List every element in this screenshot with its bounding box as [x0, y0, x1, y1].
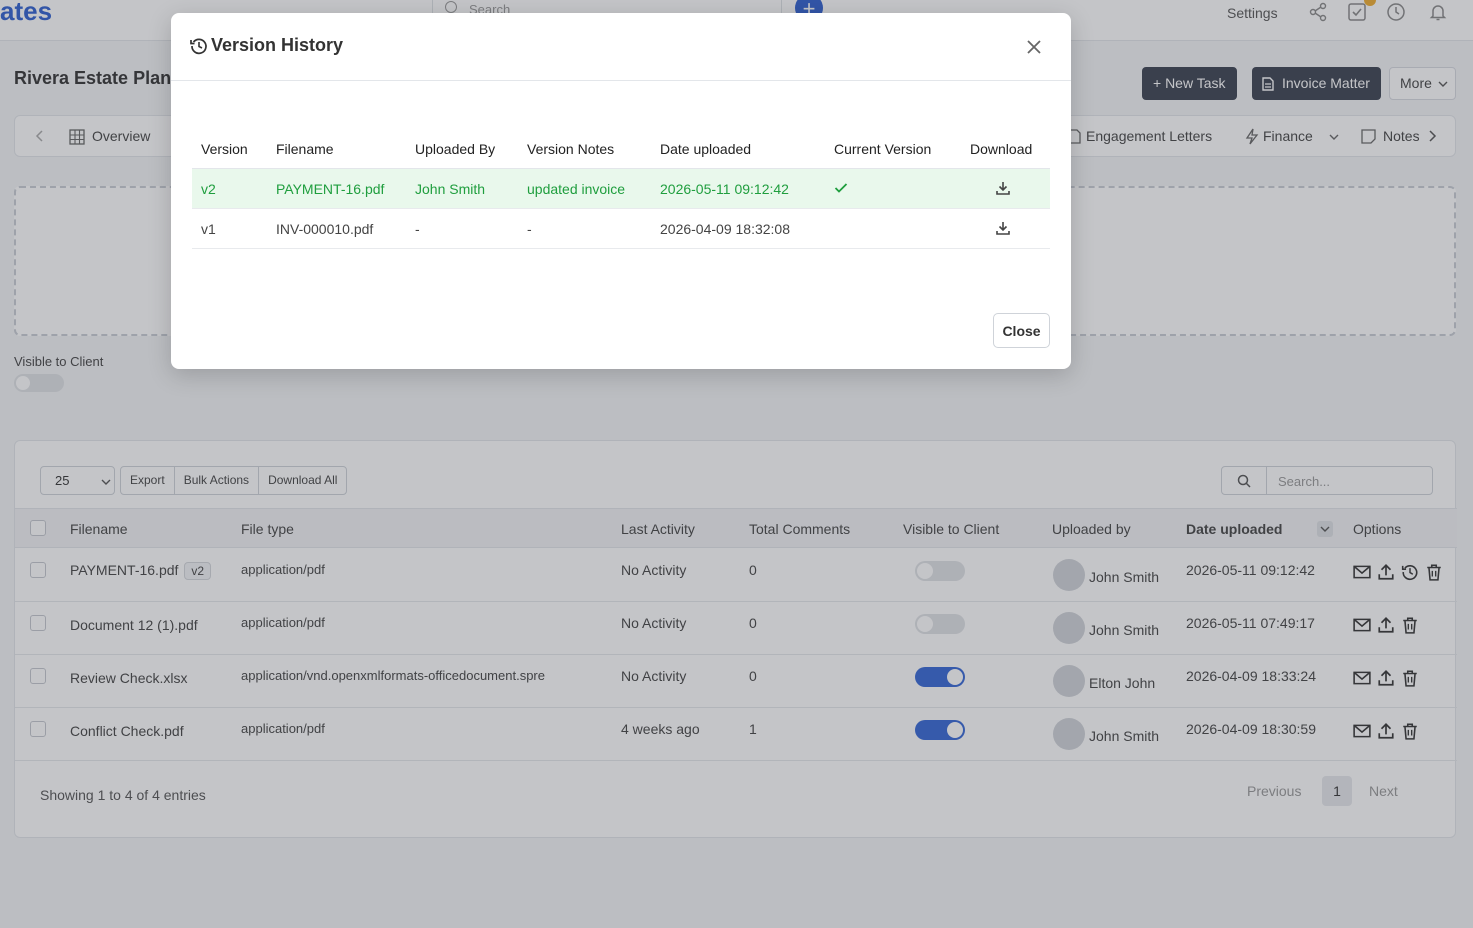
version-uploaded-by: -: [415, 221, 420, 237]
version-table-body: v2 PAYMENT-16.pdf John Smith updated invoic…: [192, 169, 1050, 249]
modal-header: Version History: [171, 13, 1071, 81]
version-row: v1 INV-000010.pdf - - 2026-04-09 18:32:08: [192, 209, 1050, 249]
modal-title-text: Version History: [211, 35, 344, 55]
version-history-modal: Version History Version Filename Uploade…: [171, 13, 1071, 369]
vh-col-uploaded-by: Uploaded By: [415, 141, 496, 157]
vh-col-version-notes: Version Notes: [527, 141, 615, 157]
modal-title: Version History: [190, 35, 343, 56]
version-table-header: Version Filename Uploaded By Version Not…: [192, 128, 1050, 169]
close-button[interactable]: Close: [993, 313, 1050, 348]
download-icon[interactable]: [995, 180, 1011, 196]
download-icon[interactable]: [995, 220, 1011, 236]
version-uploaded-by: John Smith: [415, 181, 486, 197]
version-label: v1: [201, 221, 216, 237]
check-icon: [834, 183, 848, 193]
history-icon: [190, 38, 207, 54]
version-date-uploaded: 2026-04-09 18:32:08: [660, 221, 790, 237]
close-icon[interactable]: [1025, 38, 1043, 56]
version-filename: INV-000010.pdf: [276, 221, 374, 237]
version-date-uploaded: 2026-05-11 09:12:42: [660, 181, 789, 197]
vh-col-filename: Filename: [276, 141, 334, 157]
version-row: v2 PAYMENT-16.pdf John Smith updated invoic…: [192, 169, 1050, 209]
version-notes: -: [527, 221, 532, 237]
version-filename: PAYMENT-16.pdf: [276, 181, 385, 197]
vh-col-current-version: Current Version: [834, 141, 932, 157]
vh-col-download: Download: [970, 141, 1033, 157]
version-history-table: Version Filename Uploaded By Version Not…: [192, 128, 1050, 249]
version-notes: updated invoice: [527, 181, 626, 197]
version-label: v2: [201, 181, 216, 197]
vh-col-version: Version: [201, 141, 248, 157]
vh-col-date-uploaded: Date uploaded: [660, 141, 752, 157]
